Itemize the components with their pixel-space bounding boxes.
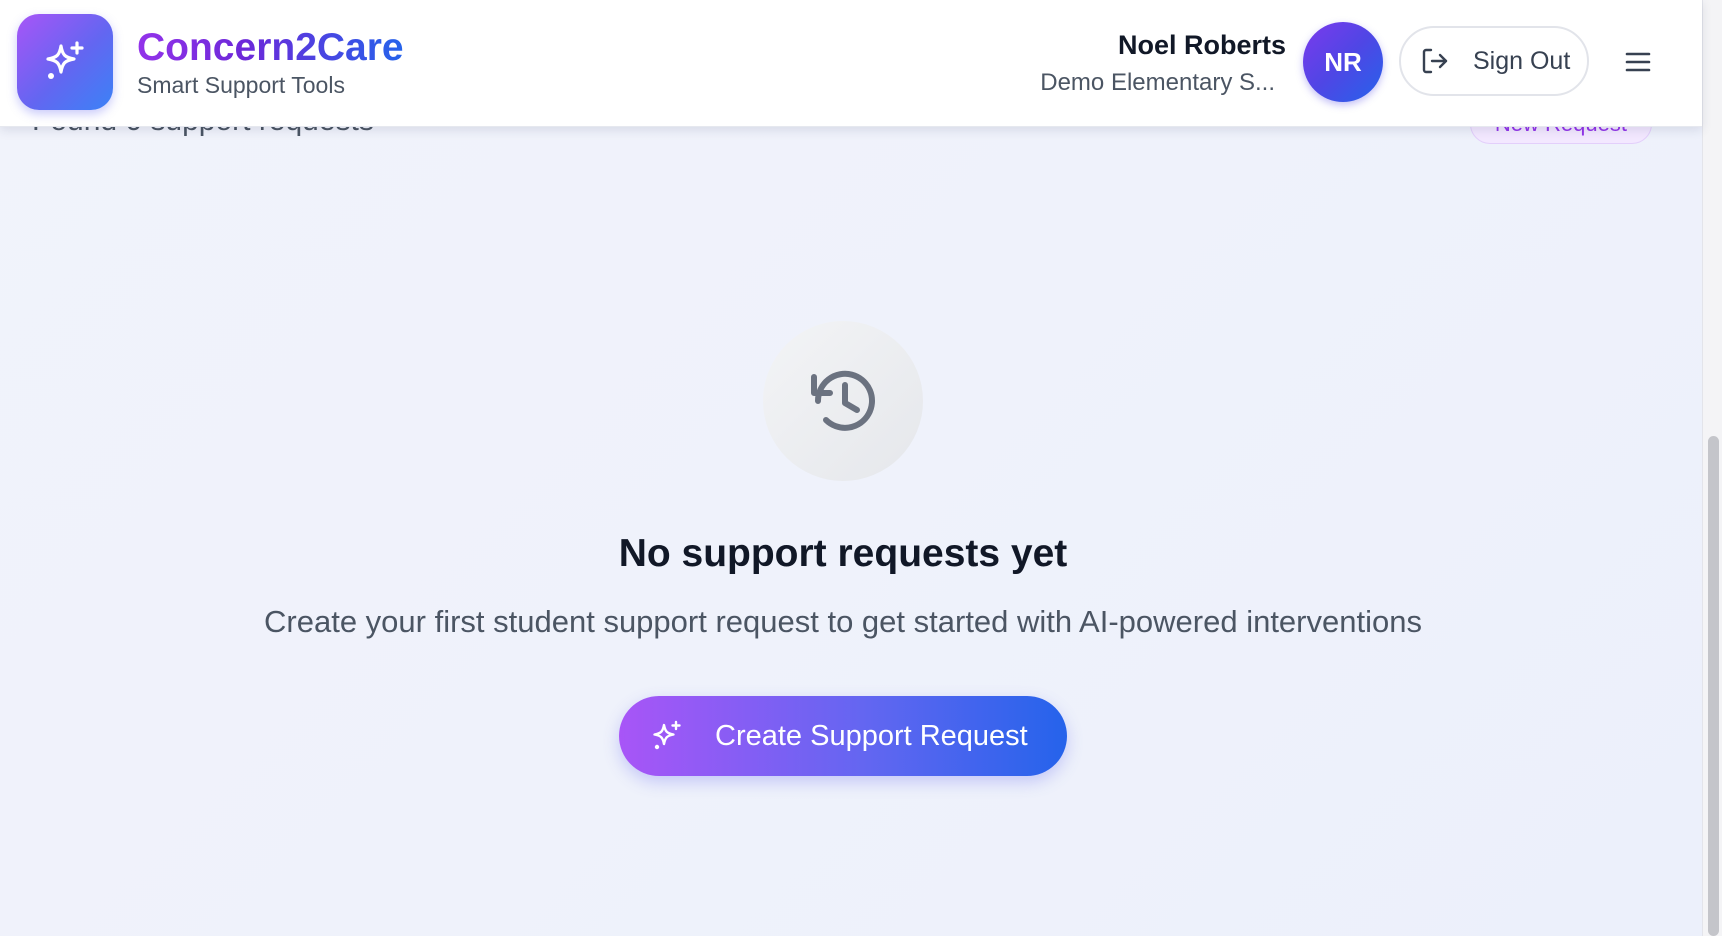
app-header: Concern2Care Smart Support Tools Noel Ro… — [0, 0, 1702, 127]
sign-out-icon — [1422, 48, 1448, 74]
avatar[interactable]: NR — [1303, 22, 1383, 102]
empty-state-title: No support requests yet — [618, 532, 1068, 575]
scrollbar-thumb[interactable] — [1708, 436, 1719, 936]
create-support-request-label: Create Support Request — [715, 719, 1028, 752]
hamburger-menu-icon — [1625, 52, 1651, 72]
empty-state-description: Create your first student support reques… — [264, 604, 1422, 639]
create-support-request-button[interactable]: Create Support Request — [619, 696, 1067, 776]
sparkles-icon — [649, 718, 685, 754]
brand-tagline: Smart Support Tools — [137, 72, 345, 98]
empty-state-illustration — [763, 321, 923, 481]
page-scrollbar[interactable] — [1702, 0, 1722, 936]
user-name: Noel Roberts — [1117, 30, 1286, 60]
sign-out-label: Sign Out — [1473, 46, 1571, 75]
sign-out-button[interactable]: Sign Out — [1399, 26, 1589, 96]
menu-button[interactable] — [1618, 42, 1658, 82]
brand-name: Concern2Care — [137, 26, 404, 69]
app-logo[interactable] — [17, 14, 113, 110]
history-icon — [811, 370, 875, 431]
user-school: Demo Elementary S... — [1040, 69, 1275, 96]
sparkles-icon — [46, 41, 84, 79]
